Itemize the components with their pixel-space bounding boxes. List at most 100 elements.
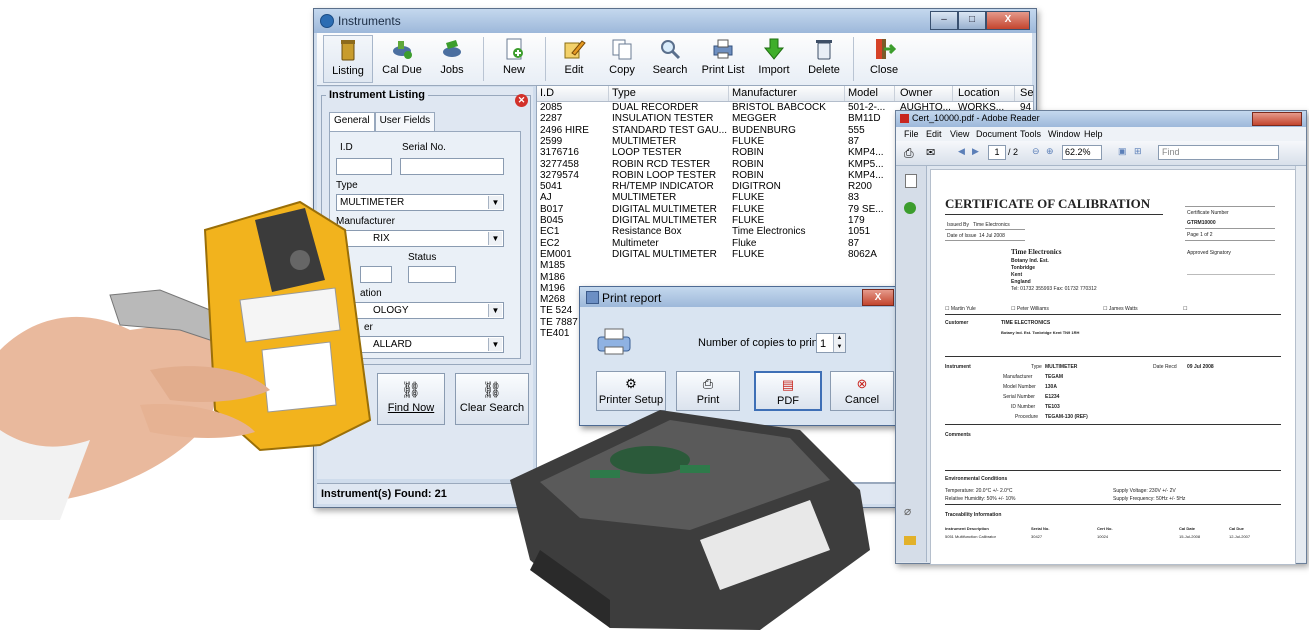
trace-col-serial: Serial No.	[1031, 526, 1050, 531]
row-type: MULTIMETER	[612, 135, 677, 147]
row-manufacturer: DIGITRON	[732, 181, 781, 193]
type-label: Type	[1031, 364, 1042, 370]
id-label: ID Number	[1011, 404, 1036, 410]
menu-document[interactable]: Document	[976, 129, 1017, 139]
comments-label: Comments	[945, 432, 971, 438]
reader-window-buttons[interactable]	[1252, 112, 1302, 126]
dialog-title-bar[interactable]: Print report X	[580, 287, 898, 307]
pages-icon[interactable]	[905, 174, 917, 188]
column-id[interactable]: I.D	[537, 86, 609, 101]
row-model: 1051	[848, 226, 871, 238]
menu-view[interactable]: View	[950, 129, 969, 139]
delete-button[interactable]: Delete	[799, 35, 849, 83]
import-button[interactable]: Import	[749, 35, 799, 83]
cert-heading: CERTIFICATE OF CALIBRATION	[945, 196, 1151, 211]
env-label: Environmental Conditions	[945, 476, 1008, 482]
menu-edit[interactable]: Edit	[926, 129, 942, 139]
row-id: 3277458	[540, 158, 579, 170]
find-input[interactable]: Find	[1158, 145, 1279, 160]
copies-stepper[interactable]: 1 ▲ ▼	[816, 333, 846, 353]
attachments-icon[interactable]: ⌀	[904, 504, 911, 518]
signer-4[interactable]: ☐	[1183, 306, 1187, 312]
listing-button[interactable]: Listing	[323, 35, 373, 83]
prev-page-icon[interactable]: ◀	[958, 146, 965, 157]
bin-icon	[336, 38, 360, 62]
page-input[interactable]: 1	[988, 145, 1006, 160]
edit-button[interactable]: Edit	[549, 35, 599, 83]
menu-window[interactable]: Window	[1048, 129, 1080, 139]
chevron-down-icon: ▼	[488, 196, 502, 209]
signer-3[interactable]: ☐ James Watts	[1103, 306, 1138, 312]
close-button[interactable]: X	[986, 11, 1030, 30]
row-model: R200	[848, 181, 872, 193]
new-button[interactable]: New	[489, 35, 539, 83]
dialog-title: Print report	[602, 291, 662, 305]
minimize-button[interactable]: –	[930, 11, 958, 30]
printer-setup-icon: ⚙	[625, 376, 637, 391]
copy-button[interactable]: Copy	[597, 35, 647, 83]
row-id: M185	[540, 260, 566, 272]
title-bar[interactable]: Instruments – □ X	[314, 9, 1036, 33]
find-now-button[interactable]: ⛓ Find Now	[377, 373, 445, 425]
trace-caldue: 12-Jul-2007	[1229, 534, 1251, 539]
pdf-icon: ▤	[781, 377, 795, 392]
stepper-arrows-icon: ▲ ▼	[833, 334, 845, 352]
column-model[interactable]: Model	[845, 86, 895, 101]
certificate-page: CERTIFICATE OF CALIBRATION Issued By Tim…	[930, 169, 1296, 565]
print-list-button[interactable]: Print List	[695, 35, 751, 83]
column-location[interactable]: Location	[955, 86, 1015, 101]
menu-file[interactable]: File	[904, 129, 919, 139]
tab-user-fields[interactable]: User Fields	[374, 112, 436, 131]
cert-no-label: Certificate Number	[1187, 210, 1229, 216]
trace-desc: 5051 Multifunction Calibrator	[945, 534, 996, 539]
dialog-close-button[interactable]: X	[862, 289, 894, 306]
print-icon[interactable]: ⎙	[904, 146, 914, 161]
column-type[interactable]: Type	[609, 86, 729, 101]
app-icon	[320, 14, 334, 28]
menu-tools[interactable]: Tools	[1020, 129, 1041, 139]
close-panel-icon[interactable]: ✕	[515, 94, 528, 107]
next-page-icon[interactable]: ▶	[972, 146, 979, 157]
fit-width-icon[interactable]: ⊞	[1134, 146, 1142, 157]
zoom-select[interactable]: 62.2%	[1062, 145, 1102, 160]
column-manufacturer[interactable]: Manufacturer	[729, 86, 845, 101]
tab-general[interactable]: General	[329, 112, 375, 131]
row-id: 2085	[540, 102, 563, 113]
zoom-out-icon[interactable]: ⊖	[1032, 146, 1040, 157]
cert-no: GTRM10000	[1187, 220, 1216, 226]
share-icon[interactable]: ✉	[926, 146, 935, 159]
search-button[interactable]: Search	[645, 35, 695, 83]
jobs-button[interactable]: Jobs	[427, 35, 477, 83]
column-owner[interactable]: Owner	[897, 86, 953, 101]
cancel-icon: ⊗	[856, 376, 868, 391]
reader-scrollbar[interactable]	[1295, 166, 1306, 562]
search-icon	[658, 37, 682, 61]
comments-icon[interactable]	[904, 536, 916, 545]
zoom-in-icon[interactable]: ⊕	[1046, 146, 1054, 157]
reader-title-bar[interactable]: Cert_10000.pdf - Adobe Reader	[896, 111, 1306, 127]
date-recd: 09 Jul 2008	[1187, 364, 1214, 370]
issued-by-label: Issued By	[947, 222, 969, 228]
instrument-label: Instrument	[945, 364, 971, 370]
maximize-button[interactable]: □	[958, 11, 986, 30]
row-model: 83	[848, 192, 860, 204]
signer-1[interactable]: ☐ Martin Yule	[945, 306, 976, 312]
chevron-down-icon: ▼	[488, 304, 502, 317]
serial-input[interactable]	[400, 158, 504, 175]
row-model: 501-2-...	[848, 102, 886, 113]
help-icon[interactable]	[904, 202, 916, 214]
date-issue-label: Date of Issue	[947, 233, 977, 239]
copy-icon	[610, 37, 634, 61]
status-input[interactable]	[408, 266, 456, 283]
column-serial[interactable]: Se	[1017, 86, 1033, 101]
signer-2[interactable]: ☐ Peter Williams	[1011, 306, 1049, 312]
address-line-3: Kent	[1011, 272, 1023, 278]
fit-page-icon[interactable]: ▣	[1118, 146, 1127, 157]
serial-label: Serial Number	[1003, 394, 1035, 400]
id-input[interactable]	[336, 158, 392, 175]
reader-menu: File Edit View Document Tools Window Hel…	[896, 127, 1306, 141]
cal-due-button[interactable]: Cal Due	[377, 35, 427, 83]
close-list-button[interactable]: Close	[859, 35, 909, 83]
menu-help[interactable]: Help	[1084, 129, 1103, 139]
telephone: Tel: 01732 355993 Fax: 01732 770312	[1011, 286, 1097, 292]
